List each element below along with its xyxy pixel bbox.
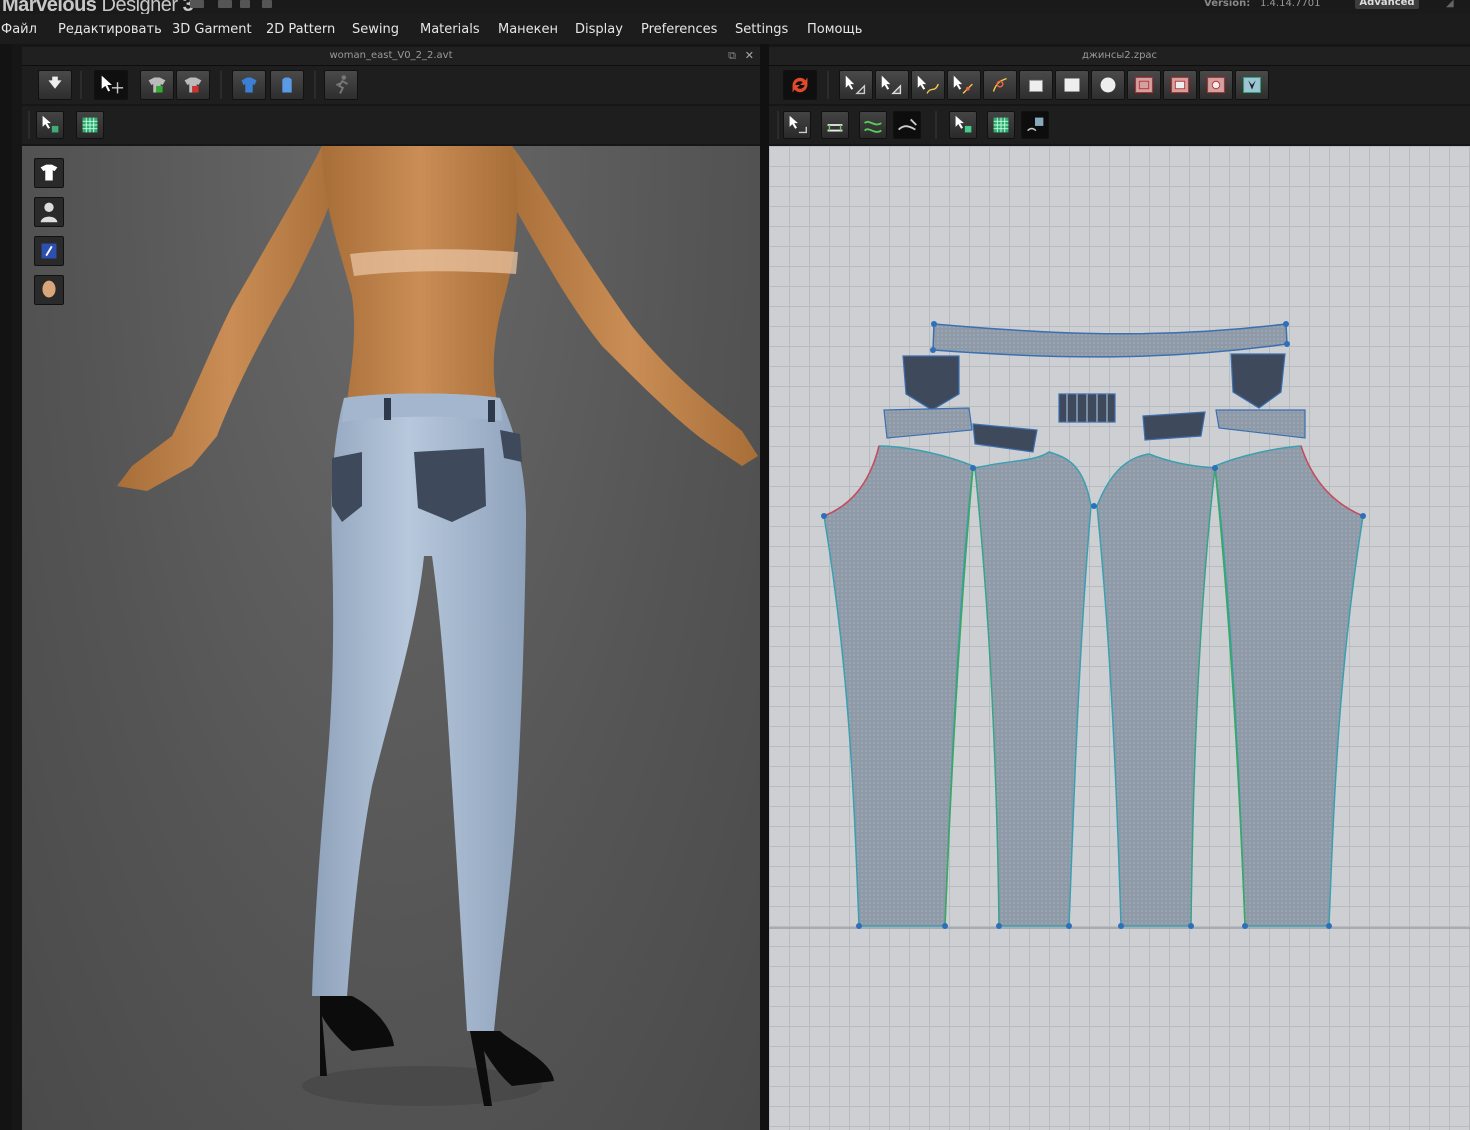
menu-sewing[interactable]: Sewing [352, 22, 399, 37]
toolbar-separator [314, 71, 316, 99]
panel-title-2d-text: джинсы2.zpac [1081, 50, 1158, 61]
internal-rectangle-icon[interactable] [1163, 70, 1197, 100]
garment-simulate-icon[interactable] [140, 70, 174, 100]
garment-visibility-icon[interactable] [34, 158, 64, 188]
texture-grid-icon[interactable] [76, 111, 104, 139]
toolbar-separator [220, 71, 222, 99]
toolbar-separator [827, 71, 829, 99]
texture-grid-icon[interactable] [987, 111, 1015, 139]
menu-avatar[interactable]: Манекен [498, 22, 558, 37]
free-sewing-icon[interactable] [859, 111, 887, 139]
shirt-blue-icon[interactable] [232, 70, 266, 100]
redo-icon[interactable] [262, 0, 272, 8]
left-edge [0, 44, 12, 1130]
garment-reset-icon[interactable] [176, 70, 210, 100]
menu-2d-pattern[interactable]: 2D Pattern [266, 22, 335, 37]
rectangle-icon[interactable] [1055, 70, 1089, 100]
pin-icon[interactable]: ◢ [1446, 0, 1460, 9]
version-value: 1.4.14.7701 [1260, 0, 1321, 9]
viewport-2d[interactable] [769, 146, 1470, 1130]
dart-icon[interactable] [1235, 70, 1269, 100]
menu-bar: Файл Редактировать 3D Garment 2D Pattern… [0, 14, 1470, 44]
panel-splitter[interactable] [760, 44, 769, 1130]
version-label: Version: [1204, 0, 1251, 9]
run-pose-icon[interactable] [324, 70, 358, 100]
texture-visibility-icon[interactable] [1021, 111, 1049, 139]
title-bar: Marvelous Designer 3 Version: 1.4.14.770… [0, 0, 1470, 16]
menu-3d-garment[interactable]: 3D Garment [172, 22, 252, 37]
select-pin-icon[interactable] [36, 111, 64, 139]
shirt-flat-icon[interactable] [270, 70, 304, 100]
curve-point-icon[interactable] [983, 70, 1017, 100]
menu-edit[interactable]: Редактировать [58, 22, 162, 37]
open-icon[interactable] [218, 0, 232, 8]
select-move-icon[interactable] [94, 70, 128, 100]
internal-polygon-icon[interactable] [1127, 70, 1161, 100]
edit-point-icon[interactable] [875, 70, 909, 100]
toolbar-separator [935, 111, 937, 139]
save-icon[interactable] [190, 0, 204, 8]
close-icon[interactable]: ✕ [745, 47, 754, 65]
avatar-visibility-icon[interactable] [34, 197, 64, 227]
avatar-head-icon[interactable] [34, 275, 64, 305]
panel-title-3d: woman_east_V0_2_2.avt ⧉ ✕ [22, 47, 760, 66]
sewing-visibility-icon[interactable] [893, 111, 921, 139]
panel-title-3d-text: woman_east_V0_2_2.avt [329, 50, 453, 61]
toolbar-2d-secondary [769, 106, 1470, 144]
edit-texture-icon[interactable] [949, 111, 977, 139]
toolbar-3d [22, 66, 760, 104]
panel-title-2d: джинсы2.zpac [769, 47, 1470, 66]
viewport-3d[interactable] [22, 146, 760, 1130]
toolbar-separator [28, 111, 30, 139]
float-window-icon[interactable]: ⧉ [728, 47, 736, 65]
edit-curve-icon[interactable] [911, 70, 945, 100]
edit-sewing-icon[interactable] [783, 111, 811, 139]
toolbar-2d [769, 66, 1470, 104]
add-point-icon[interactable] [947, 70, 981, 100]
menu-preferences[interactable]: Preferences [641, 22, 717, 37]
toolbar-3d-secondary [22, 106, 760, 144]
toolbar-separator [80, 71, 82, 99]
down-arrow-icon[interactable] [38, 70, 72, 100]
menu-materials[interactable]: Materials [420, 22, 480, 37]
toolbar-separator [777, 111, 779, 139]
undo-icon[interactable] [240, 0, 250, 8]
fabric-visibility-icon[interactable] [34, 236, 64, 266]
polygon-icon[interactable] [1019, 70, 1053, 100]
menu-file[interactable]: Файл [1, 22, 37, 37]
menu-help[interactable]: Помощь [807, 22, 862, 37]
menu-display[interactable]: Display [575, 22, 623, 37]
edit-pattern-icon[interactable] [839, 70, 873, 100]
pattern-canvas [769, 321, 1470, 929]
avatar-render [117, 146, 758, 1106]
internal-circle-icon[interactable] [1199, 70, 1233, 100]
sync-icon[interactable] [783, 70, 817, 100]
menu-settings[interactable]: Settings [735, 22, 788, 37]
segment-sewing-icon[interactable] [821, 111, 849, 139]
edition-badge: Advanced [1355, 0, 1419, 9]
circle-icon[interactable] [1091, 70, 1125, 100]
